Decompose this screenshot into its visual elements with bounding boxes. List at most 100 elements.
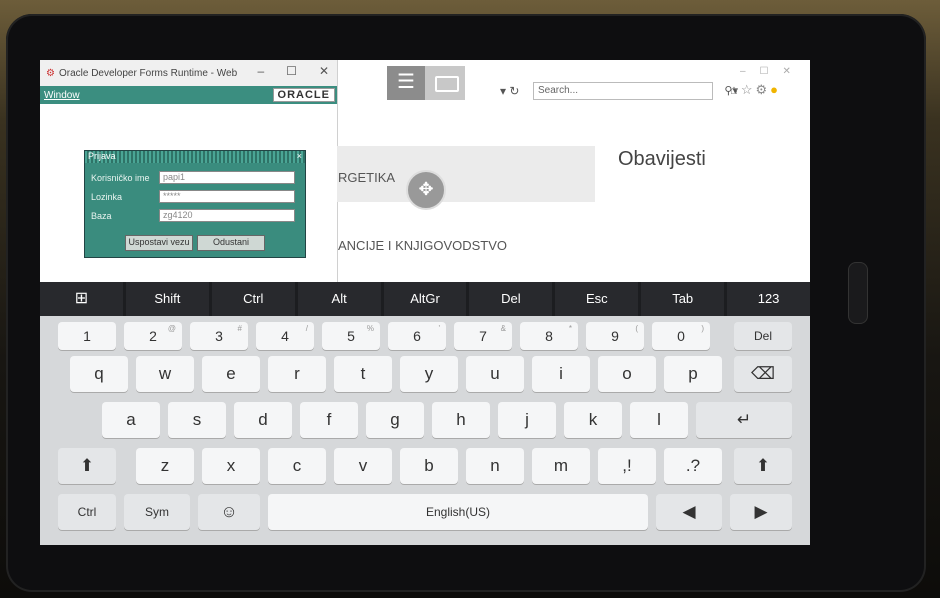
space-bar[interactable]: English(US) [268,494,648,530]
key-row4-0-label: z [160,456,170,475]
search-input[interactable]: Search... ⚲▾ [533,82,738,100]
key-row4-4[interactable]: b [400,448,458,484]
key-f-label: f [326,410,332,429]
key-delete[interactable]: Del [734,322,792,350]
key-2-alt: @ [167,324,176,333]
shift-left-icon[interactable]: ⬆ [58,448,116,484]
key-row4-8[interactable]: .? [664,448,722,484]
floating-toolbar: ☰ [387,66,465,100]
key-row4-5-label: n [490,456,500,475]
shift-right-icon[interactable]: ⬆ [734,448,792,484]
key-t[interactable]: t [334,356,392,392]
key-123[interactable]: 123 [727,282,810,316]
key-r-label: r [294,364,300,383]
key-u[interactable]: u [466,356,524,392]
key-ctrl[interactable]: Ctrl [211,282,295,316]
key-ctrl-bottom[interactable]: Ctrl [58,494,116,530]
key-altgr[interactable]: AltGr [383,282,467,316]
function-key-row: ⊞ Shift Ctrl Alt AltGr Del Esc Tab 123 [40,282,810,316]
key-8[interactable]: 8 * [520,322,578,350]
backspace-icon[interactable]: ⌫ [734,356,792,392]
key-row4-5[interactable]: n [466,448,524,484]
key-del[interactable]: Del [469,282,553,316]
enter-icon[interactable]: ↵ [696,402,792,438]
arrow-left-icon[interactable]: ◀ [656,494,722,530]
key-7[interactable]: 7 & [454,322,512,350]
key-e[interactable]: e [202,356,260,392]
connect-button[interactable]: Uspostavi vezu [125,235,193,251]
key-sym[interactable]: Sym [124,494,190,530]
key-8-label: 8 [545,328,553,344]
key-row4-7[interactable]: ,! [598,448,656,484]
key-tab[interactable]: Tab [641,282,725,316]
page-text-energetika[interactable]: RGETIKA [338,170,395,185]
emoji-icon[interactable]: ☺ [198,494,260,530]
database-label: Baza [91,211,112,221]
cancel-button[interactable]: Odustani [197,235,265,251]
key-9[interactable]: 9( [586,322,644,350]
key-w[interactable]: w [136,356,194,392]
key-2[interactable]: 2 @ [124,322,182,350]
key-p-label: p [688,364,698,383]
key-i[interactable]: i [532,356,590,392]
maximize-icon[interactable]: ☐ [286,64,297,78]
menu-icon[interactable]: ☰ [387,66,425,100]
menu-window[interactable]: Window [44,90,80,101]
key-3[interactable]: 3 # [190,322,248,350]
key-a[interactable]: a [102,402,160,438]
key-g[interactable]: g [366,402,424,438]
key-r[interactable]: r [268,356,326,392]
key-l[interactable]: l [630,402,688,438]
key-row4-3[interactable]: v [334,448,392,484]
key-9-alt: ( [635,324,638,333]
key-f[interactable]: f [300,402,358,438]
key-row4-1-label: x [226,456,236,475]
browser-toolbar-icons[interactable]: ⌂☆⚙● [730,82,781,98]
key-s[interactable]: s [168,402,226,438]
key-shift[interactable]: Shift [125,282,209,316]
move-icon[interactable]: ✥ [406,170,446,210]
login-dialog-title: Prijava [88,151,116,161]
arrow-right-icon[interactable]: ▶ [730,494,792,530]
key-j[interactable]: j [498,402,556,438]
keyboard-icon [435,76,459,92]
username-field[interactable]: papi1 [159,171,295,184]
key-s-label: s [192,410,202,429]
minimize-icon[interactable]: – [257,64,264,78]
key-o[interactable]: o [598,356,656,392]
space-bar-label: English(US) [425,505,491,519]
close-icon[interactable]: ✕ [319,64,329,78]
browser-window-controls[interactable]: –☐✕ [740,66,805,77]
key-row4-2[interactable]: c [268,448,326,484]
key-4[interactable]: 4/ [256,322,314,350]
key-1[interactable]: 1 [58,322,116,350]
key-windows[interactable]: ⊞ [40,282,123,316]
key-d[interactable]: d [234,402,292,438]
page-text-financije[interactable]: ANCIJE I KNJIGOVODSTVO [338,238,507,253]
oracle-menubar: Window ORACLE [40,86,337,104]
dialog-close-icon[interactable]: × [297,151,302,161]
key-q[interactable]: q [70,356,128,392]
keyboard-toggle[interactable] [425,66,465,100]
key-alt[interactable]: Alt [297,282,381,316]
key-y[interactable]: y [400,356,458,392]
key-p[interactable]: p [664,356,722,392]
key-5[interactable]: 5% [322,322,380,350]
key-6[interactable]: 6 ' [388,322,446,350]
key-row4-1[interactable]: x [202,448,260,484]
key-row4-0[interactable]: z [136,448,194,484]
key-esc[interactable]: Esc [555,282,639,316]
key-sym-label: Sym [145,505,169,519]
key-3-alt: # [237,324,242,333]
key-0[interactable]: 0) [652,322,710,350]
key-2-label: 2 [149,328,157,344]
key-row4-6[interactable]: m [532,448,590,484]
key-h[interactable]: h [432,402,490,438]
password-field[interactable]: ***** [159,190,295,203]
page-heading-obavijesti: Obavijesti [618,148,706,170]
key-k[interactable]: k [564,402,622,438]
database-field[interactable]: zg4120 [159,209,295,222]
key-a-label: a [126,410,136,429]
refresh-icon[interactable]: ▾ ↻ [500,84,519,98]
key-ctrl-bottom-label: Ctrl [77,505,97,519]
